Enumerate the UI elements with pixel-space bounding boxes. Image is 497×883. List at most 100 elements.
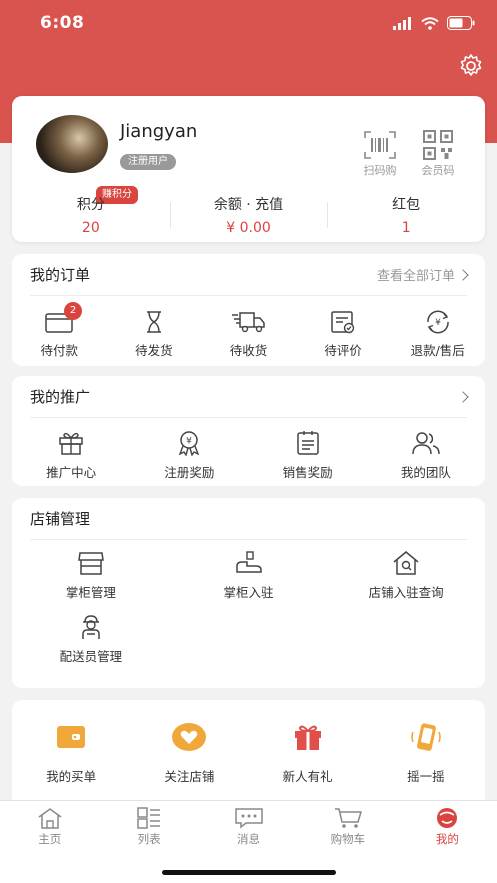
extras-label: 我的买单 <box>46 769 97 784</box>
my-payment[interactable]: 我的买单 <box>12 722 130 785</box>
extras-label: 摇一摇 <box>407 769 445 784</box>
tab-mine[interactable]: 我的 <box>398 807 497 849</box>
promo-label: 我的团队 <box>400 465 451 480</box>
stat-label: 余额 · 充值 <box>213 197 284 213</box>
award-ribbon-icon: ¥ <box>179 431 200 456</box>
tab-list[interactable]: 列表 <box>99 807 198 849</box>
signal-icon <box>393 16 411 30</box>
order-label: 待评价 <box>324 343 362 358</box>
qr-code-icon <box>423 130 453 160</box>
cart-icon <box>334 808 362 828</box>
hourglass-icon <box>146 311 161 333</box>
storefront-icon <box>77 552 104 575</box>
section-title: 我的推广 <box>30 388 91 406</box>
store-label: 掌柜入驻 <box>223 585 274 600</box>
bottom-tab-bar: 主页 列表 消息 购物车 我的 <box>0 800 497 883</box>
delivery-truck-icon <box>232 312 266 333</box>
extras-grid: 我的买单 关注店铺 新人有礼 摇一摇 <box>12 722 485 785</box>
store-label: 配送员管理 <box>59 649 123 664</box>
order-pending-payment[interactable]: 2 待付款 <box>12 302 107 359</box>
payment-card-icon <box>57 726 86 748</box>
store-manager-onboarding[interactable]: 掌柜入驻 <box>170 550 328 601</box>
tab-label: 购物车 <box>330 832 366 846</box>
house-search-icon <box>393 551 419 575</box>
order-label: 退款/售后 <box>410 343 465 358</box>
tab-label: 消息 <box>237 832 261 846</box>
role-badge: 注册用户 <box>120 154 176 170</box>
clipboard-list-icon <box>296 431 319 455</box>
chevron-right-icon <box>457 268 469 281</box>
promo-label: 销售奖励 <box>282 465 333 480</box>
chevron-right-icon <box>457 390 469 403</box>
barcode-scan-icon <box>364 131 396 159</box>
order-label: 待付款 <box>40 343 79 358</box>
extras-section: 我的买单 关注店铺 新人有礼 摇一摇 <box>12 700 485 810</box>
tab-home[interactable]: 主页 <box>0 807 99 849</box>
stat-value: ¥ 0.00 <box>226 220 271 236</box>
grid-spacer <box>170 614 328 665</box>
order-pending-shipment[interactable]: 待发货 <box>107 310 202 359</box>
promotion-header[interactable]: 我的推广 <box>30 376 469 418</box>
refund-icon: ¥ <box>426 310 449 334</box>
orders-header: 我的订单 查看全部订单 <box>30 254 469 296</box>
stat-red-packet[interactable]: 红包 1 <box>327 192 485 236</box>
store-header: 店铺管理 <box>30 498 467 540</box>
team-icon <box>412 432 440 455</box>
message-icon <box>234 808 263 829</box>
store-grid-row-2: 配送员管理 <box>12 614 485 665</box>
courier-management[interactable]: 配送员管理 <box>12 614 170 665</box>
order-pending-review[interactable]: 待评价 <box>296 310 391 359</box>
tab-messages[interactable]: 消息 <box>199 807 298 849</box>
store-manager-management[interactable]: 掌柜管理 <box>12 550 170 601</box>
stat-label: 积分 <box>76 197 105 213</box>
review-icon <box>331 311 355 334</box>
orders-section: 我的订单 查看全部订单 2 待付款 待发货 待收货 待评价 ¥ 退款/售后 <box>12 254 485 366</box>
promo-label: 注册奖励 <box>164 465 215 480</box>
store-label: 掌柜管理 <box>65 585 116 600</box>
follow-store[interactable]: 关注店铺 <box>130 722 248 785</box>
order-label: 待收货 <box>229 343 268 358</box>
gift-box-icon <box>59 432 83 455</box>
stat-value: 1 <box>401 220 411 236</box>
wifi-icon <box>421 16 439 30</box>
promo-center[interactable]: 推广中心 <box>12 430 130 481</box>
stat-value: 20 <box>81 220 100 236</box>
promotion-section: 我的推广 推广中心 ¥ 注册奖励 销售奖励 我的团队 <box>12 376 485 486</box>
settings-gear-icon[interactable] <box>457 52 485 80</box>
tab-label: 我的 <box>435 832 459 846</box>
promotion-grid: 推广中心 ¥ 注册奖励 销售奖励 我的团队 <box>12 430 485 481</box>
store-management-section: 店铺管理 掌柜管理 掌柜入驻 店铺入驻查询 配送员管理 <box>12 498 485 688</box>
tab-label: 列表 <box>137 832 161 846</box>
stat-balance[interactable]: 余额 · 充值 ¥ 0.00 <box>169 192 328 236</box>
promo-my-team[interactable]: 我的团队 <box>367 430 485 481</box>
home-icon <box>38 808 62 829</box>
order-refund-after-sales[interactable]: ¥ 退款/售后 <box>390 310 485 359</box>
profile-card: Jiangyan 注册用户 扫码购 会员码 赚积分 积分 20 余额 · 充值 <box>12 96 485 242</box>
order-label: 待发货 <box>135 343 173 358</box>
member-code-button[interactable]: 会员码 <box>418 130 458 178</box>
list-grid-icon <box>137 807 161 829</box>
view-all-label: 查看全部订单 <box>376 269 455 284</box>
stats-row: 积分 20 余额 · 充值 ¥ 0.00 红包 1 <box>12 192 485 236</box>
promo-register-reward[interactable]: ¥ 注册奖励 <box>130 430 248 481</box>
view-all-orders-link[interactable]: 查看全部订单 <box>376 265 469 284</box>
stat-label: 红包 <box>392 197 421 213</box>
status-bar: 6:08 <box>0 0 497 46</box>
store-onboarding-query[interactable]: 店铺入驻查询 <box>327 550 485 601</box>
scan-to-buy-button[interactable]: 扫码购 <box>360 130 400 178</box>
shake[interactable]: 摇一摇 <box>367 722 485 785</box>
promo-sales-reward[interactable]: 销售奖励 <box>249 430 367 481</box>
tab-label: 主页 <box>38 832 62 846</box>
stat-points[interactable]: 积分 20 <box>12 192 170 236</box>
home-indicator <box>162 870 336 875</box>
extras-label: 新人有礼 <box>282 769 333 784</box>
extras-label: 关注店铺 <box>164 769 215 784</box>
avatar[interactable] <box>36 115 108 173</box>
store-label: 店铺入驻查询 <box>368 585 444 600</box>
order-pending-receipt[interactable]: 待收货 <box>201 310 296 359</box>
newcomer-gift[interactable]: 新人有礼 <box>249 722 367 785</box>
battery-icon <box>447 16 475 30</box>
tab-cart[interactable]: 购物车 <box>298 807 397 849</box>
register-hand-icon <box>235 551 262 573</box>
orders-grid: 2 待付款 待发货 待收货 待评价 ¥ 退款/售后 <box>12 302 485 359</box>
